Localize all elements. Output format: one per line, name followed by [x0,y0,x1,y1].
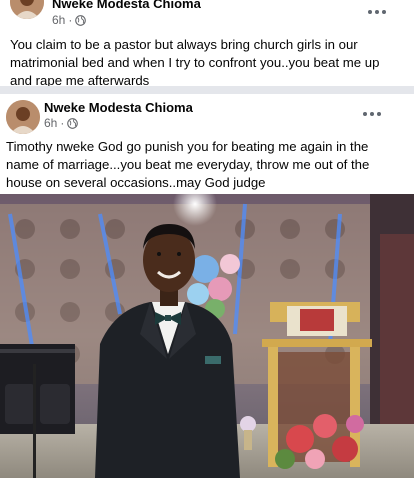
post-2: Nweke Modesta Chioma 6h · Timothy nweke … [0,94,414,478]
dot [375,10,379,14]
post-photo[interactable] [0,194,414,478]
globe-icon[interactable] [67,117,79,129]
post-1: Nweke Modesta Chioma 6h · You claim to b… [0,0,414,88]
post-text: You claim to be a pastor but always brin… [10,37,380,88]
post-time[interactable]: 6h [44,116,57,130]
author-name[interactable]: Nweke Modesta Chioma [52,0,201,11]
more-options-icon[interactable] [364,3,390,21]
dot [368,10,372,14]
dot [377,112,381,116]
dot [363,112,367,116]
post-meta: 6h · [44,116,79,130]
meta-separator: · [60,116,65,130]
author-avatar[interactable] [10,0,44,19]
author-name[interactable]: Nweke Modesta Chioma [44,100,193,115]
post-divider [0,86,414,94]
dot [370,112,374,116]
post-text: Timothy nweke God go punish you for beat… [6,139,370,190]
post-time[interactable]: 6h [52,13,65,27]
more-options-icon[interactable] [359,105,385,123]
globe-icon[interactable] [75,14,87,26]
meta-separator: · [68,13,73,27]
author-avatar[interactable] [6,100,40,134]
dot [382,10,386,14]
post-meta: 6h · [52,13,87,27]
